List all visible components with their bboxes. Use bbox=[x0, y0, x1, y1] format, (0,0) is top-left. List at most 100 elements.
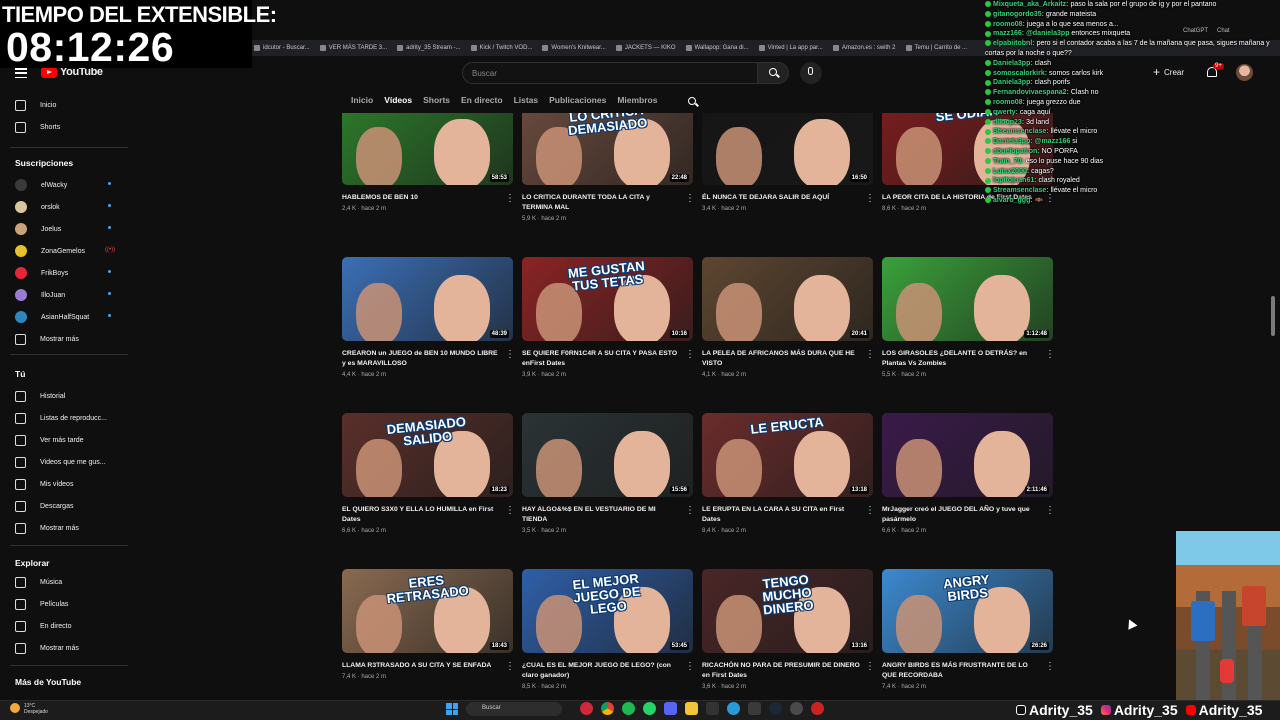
discord-icon[interactable] bbox=[664, 702, 677, 715]
subscriptions-header[interactable]: Suscripciones bbox=[15, 158, 73, 168]
video-title[interactable]: RICACHÓN NO PARA DE PRESUMIR DE DINERO e… bbox=[702, 661, 862, 681]
sidebar-item[interactable]: ZonaGemelos ((•)) bbox=[15, 243, 115, 259]
more-options-icon[interactable]: ⋮ bbox=[865, 662, 875, 672]
video-title[interactable]: ANGRY BIRDS ES MÁS FRUSTRANTE DE LO QUE … bbox=[882, 661, 1042, 681]
video-thumbnail[interactable]: 20:41 bbox=[702, 257, 873, 341]
video-title[interactable]: CREARON un JUEGO de BEN 10 MUNDO LIBRE y… bbox=[342, 349, 502, 369]
video-card[interactable]: ERES RETRASADO 18:43 LLAMA R3TRASADO A SU … bbox=[342, 569, 515, 680]
more-options-icon[interactable]: ⋮ bbox=[865, 506, 875, 516]
sidebar-item[interactable]: Listas de reproducc... bbox=[15, 410, 107, 426]
video-title[interactable]: LOS GIRASOLES ¿DELANTE O DETRÁS? en Plan… bbox=[882, 349, 1042, 369]
you-header[interactable]: Tú bbox=[15, 369, 25, 379]
video-thumbnail[interactable]: 1:12:48 bbox=[882, 257, 1053, 341]
sidebar-item[interactable]: Mostrar más bbox=[15, 640, 79, 656]
whatsapp-icon[interactable] bbox=[643, 702, 656, 715]
voice-search-button[interactable] bbox=[800, 62, 822, 84]
video-title[interactable]: LO CRITICA DURANTE TODA LA CITA y TERMIN… bbox=[522, 193, 682, 213]
video-thumbnail[interactable]: TENGO MUCHO DINERO 13:16 bbox=[702, 569, 873, 653]
sidebar-item[interactable]: Películas bbox=[15, 596, 68, 612]
channel-search-icon[interactable] bbox=[688, 97, 696, 105]
video-title[interactable]: SE QUIERE F0RN1C4R A SU CITA Y PASA ESTO… bbox=[522, 349, 682, 369]
sidebar-item[interactable]: Joelus bbox=[15, 221, 111, 237]
tab-inicio[interactable]: Inicio bbox=[351, 95, 373, 105]
more-from-youtube-header[interactable]: Más de YouTube bbox=[15, 677, 81, 687]
video-thumbnail[interactable]: ANGRY BIRDS 26:26 bbox=[882, 569, 1053, 653]
sidebar-item[interactable]: IlloJuan bbox=[15, 287, 111, 303]
video-card[interactable]: EL MEJOR JUEGO DE LEGO 53:45 ¿CUAL ES EL M… bbox=[522, 569, 695, 690]
more-options-icon[interactable]: ⋮ bbox=[1045, 350, 1054, 360]
video-card[interactable]: TENGO MUCHO DINERO 13:16 RICACHÓN NO PARA … bbox=[702, 569, 875, 690]
search-input[interactable]: Buscar bbox=[462, 62, 758, 84]
bookmark-item[interactable]: idcutor - Buscar... bbox=[254, 45, 310, 51]
more-options-icon[interactable]: ⋮ bbox=[505, 506, 515, 516]
video-title[interactable]: EL QUIERO S3X0 Y ELLA LO HUMILLA en Firs… bbox=[342, 505, 502, 525]
bookmark-item[interactable]: VER MÁS TARDE 3... bbox=[319, 45, 387, 51]
sidebar-item[interactable]: Música bbox=[15, 574, 62, 590]
video-thumbnail[interactable]: 58:53 bbox=[342, 113, 513, 185]
bookmark-item[interactable]: Amazon.es : swith 2 bbox=[832, 45, 896, 51]
video-card[interactable]: 48:39 CREARON un JUEGO de BEN 10 MUNDO LI… bbox=[342, 257, 515, 378]
video-card[interactable]: 20:41 LA PELEA DE AFRICANOS MÁS DURA QUE … bbox=[702, 257, 875, 378]
scrollbar[interactable] bbox=[1271, 296, 1275, 336]
more-options-icon[interactable]: ⋮ bbox=[685, 194, 695, 204]
more-options-icon[interactable]: ⋮ bbox=[1045, 506, 1054, 516]
sidebar-item[interactable]: Historial bbox=[15, 388, 65, 404]
sidebar-item[interactable]: Shorts bbox=[15, 119, 60, 135]
explore-header[interactable]: Explorar bbox=[15, 558, 50, 568]
video-card[interactable]: LO CRITICA DEMASIADO 22:48 LO CRITICA DURA… bbox=[522, 113, 695, 222]
sidebar-item[interactable]: Mostrar más bbox=[15, 331, 79, 347]
more-options-icon[interactable]: ⋮ bbox=[685, 506, 695, 516]
video-card[interactable]: DEMASIADO SALIDO 18:23 EL QUIERO S3X0 Y EL… bbox=[342, 413, 515, 534]
sidebar-item[interactable]: En directo bbox=[15, 618, 72, 634]
sidebar-item[interactable]: Videos que me gus... bbox=[15, 454, 106, 470]
sidebar-item[interactable]: AsianHalfSquat bbox=[15, 309, 111, 325]
video-card[interactable]: 16:50 ÉL NUNCA TE DEJARA SALIR DE AQUÍ 3,4… bbox=[702, 113, 875, 212]
tab-shorts[interactable]: Shorts bbox=[423, 95, 450, 105]
video-title[interactable]: ÉL NUNCA TE DEJARA SALIR DE AQUÍ bbox=[702, 193, 862, 203]
weather-widget[interactable]: 13°C Despejado bbox=[10, 703, 48, 715]
video-thumbnail[interactable]: 2:11:46 bbox=[882, 413, 1053, 497]
video-card[interactable]: 58:53 HABLEMOS DE BEN 10 2,4 K · hace 2 m ⋮ bbox=[342, 113, 515, 212]
video-thumbnail[interactable]: DEMASIADO SALIDO 18:23 bbox=[342, 413, 513, 497]
record-icon[interactable] bbox=[811, 702, 824, 715]
bookmark-item[interactable]: Temu | Carrito de ... bbox=[905, 45, 967, 51]
sidebar-item[interactable]: elWacky bbox=[15, 177, 111, 193]
video-card[interactable]: 2:11:46 MrJagger creó el JUEGO DEL AÑO y … bbox=[882, 413, 1054, 534]
tab-miembros[interactable]: Miembros bbox=[617, 95, 657, 105]
video-title[interactable]: LLAMA R3TRASADO A SU CITA Y SE ENFADA bbox=[342, 661, 502, 671]
more-options-icon[interactable]: ⋮ bbox=[505, 194, 515, 204]
tab-en-directo[interactable]: En directo bbox=[461, 95, 503, 105]
video-title[interactable]: HAY ALGO&%$ EN EL VESTUARIO DE MI TIENDA bbox=[522, 505, 682, 525]
more-options-icon[interactable]: ⋮ bbox=[1045, 662, 1054, 672]
video-title[interactable]: LE ERUPTA EN LA CARA A SU CITA en First … bbox=[702, 505, 862, 525]
video-card[interactable]: 15:56 HAY ALGO&%$ EN EL VESTUARIO DE MI T… bbox=[522, 413, 695, 534]
obs-icon[interactable] bbox=[790, 702, 803, 715]
video-thumbnail[interactable]: 15:56 bbox=[522, 413, 693, 497]
capcut-icon[interactable] bbox=[706, 702, 719, 715]
video-thumbnail[interactable]: 16:50 bbox=[702, 113, 873, 185]
sidebar-item[interactable]: Mostrar más bbox=[15, 520, 79, 536]
video-thumbnail[interactable]: EL MEJOR JUEGO DE LEGO 53:45 bbox=[522, 569, 693, 653]
windows-start-icon[interactable] bbox=[446, 703, 458, 715]
bookmark-item[interactable]: Vinted | La app par... bbox=[758, 45, 823, 51]
video-title[interactable]: ¿CUAL ES EL MEJOR JUEGO DE LEGO? (con cl… bbox=[522, 661, 682, 681]
video-thumbnail[interactable]: ERES RETRASADO 18:43 bbox=[342, 569, 513, 653]
more-options-icon[interactable]: ⋮ bbox=[865, 194, 875, 204]
more-options-icon[interactable]: ⋮ bbox=[685, 350, 695, 360]
bookmark-item[interactable]: Women's Knitwear... bbox=[542, 45, 606, 51]
more-options-icon[interactable]: ⋮ bbox=[865, 350, 875, 360]
sidebar-item[interactable]: Descargas bbox=[15, 498, 73, 514]
taskbar-search[interactable]: Buscar bbox=[466, 702, 562, 716]
tab-listas[interactable]: Listas bbox=[514, 95, 539, 105]
video-card[interactable]: ME GUSTAN TUS TETAS 10:16 SE QUIERE F0RN1C… bbox=[522, 257, 695, 378]
tab-publicaciones[interactable]: Publicaciones bbox=[549, 95, 606, 105]
sidebar-item[interactable]: Mis vídeos bbox=[15, 476, 73, 492]
tab-vídeos[interactable]: Vídeos bbox=[384, 95, 412, 105]
bookmark-item[interactable]: Wallapop: Gana di... bbox=[685, 45, 749, 51]
more-options-icon[interactable]: ⋮ bbox=[505, 350, 515, 360]
bookmark-item[interactable]: Kick / Twitch VOD... bbox=[470, 45, 532, 51]
chrome-icon[interactable] bbox=[601, 702, 614, 715]
video-thumbnail[interactable]: ME GUSTAN TUS TETAS 10:16 bbox=[522, 257, 693, 341]
video-title[interactable]: LA PELEA DE AFRICANOS MÁS DURA QUE HE VI… bbox=[702, 349, 862, 369]
bookmark-item[interactable]: adrity_35 Stream -... bbox=[397, 45, 461, 51]
